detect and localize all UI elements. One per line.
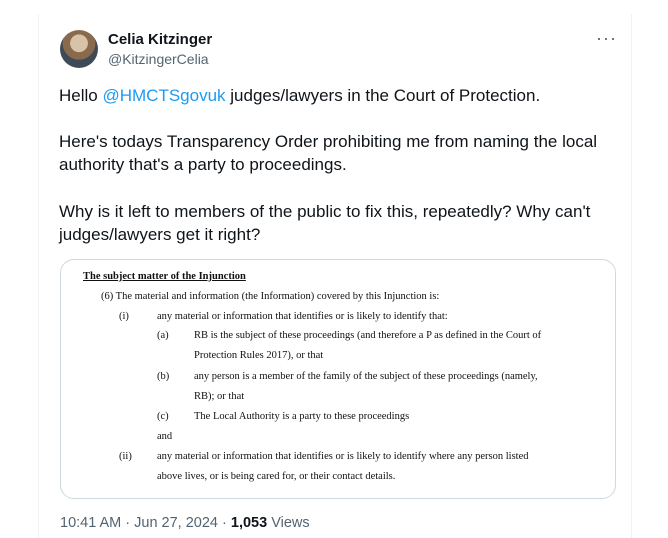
- author-name[interactable]: Celia Kitzinger: [108, 31, 212, 48]
- doc-num-c: (c): [157, 411, 169, 422]
- tweet-text: Hello: [59, 86, 103, 105]
- doc-text-ii-1: any material or information that identif…: [157, 451, 529, 462]
- timestamp[interactable]: 10:41 AM · Jun 27, 2024 ·: [60, 515, 231, 531]
- doc-num-ii: (ii): [119, 451, 132, 462]
- tweet-line-4: Why is it left to members of the public …: [59, 202, 591, 221]
- tweet-text: judges/lawyers in the Court of Protectio…: [225, 86, 541, 105]
- doc-text-a-1: RB is the subject of these proceedings (…: [194, 330, 542, 341]
- doc-clause-6: (6) The material and information (the In…: [101, 291, 440, 302]
- doc-and: and: [157, 431, 173, 442]
- tweet-meta: 10:41 AM · Jun 27, 2024 · 1,053 Views: [60, 515, 310, 531]
- doc-text-i: any material or information that identif…: [157, 311, 448, 322]
- doc-text-b-2: RB); or that: [194, 391, 245, 402]
- more-horizontal-icon[interactable]: ···: [596, 28, 617, 49]
- tweet-line-5: judges/lawyers get it right?: [59, 225, 261, 244]
- doc-num-a: (a): [157, 330, 169, 341]
- doc-text-c: The Local Authority is a party to these …: [194, 411, 410, 422]
- views-label: Views: [267, 515, 310, 531]
- tweet-line-1: Hello @HMCTSgovuk judges/lawyers in the …: [59, 84, 619, 107]
- doc-num-b: (b): [157, 371, 170, 382]
- views-count: 1,053: [230, 515, 268, 531]
- tweet-line-2: Here's todays Transparency Order prohibi…: [59, 132, 598, 151]
- avatar[interactable]: [60, 30, 98, 68]
- doc-text-a-2: Protection Rules 2017), or that: [194, 350, 324, 361]
- tweet-line-3: authority that's a party to proceedings.: [59, 155, 347, 174]
- doc-text-ii-2: above lives, or is being cared for, or t…: [157, 471, 396, 482]
- doc-num-i: (i): [119, 311, 129, 322]
- doc-text-b-1: any person is a member of the family of …: [194, 371, 538, 382]
- attached-image[interactable]: The subject matter of the Injunction (6)…: [60, 259, 616, 499]
- author-handle[interactable]: @KitzingerCelia: [108, 51, 209, 67]
- mention-link[interactable]: @HMCTSgovuk: [102, 86, 225, 105]
- doc-heading: The subject matter of the Injunction: [83, 271, 246, 282]
